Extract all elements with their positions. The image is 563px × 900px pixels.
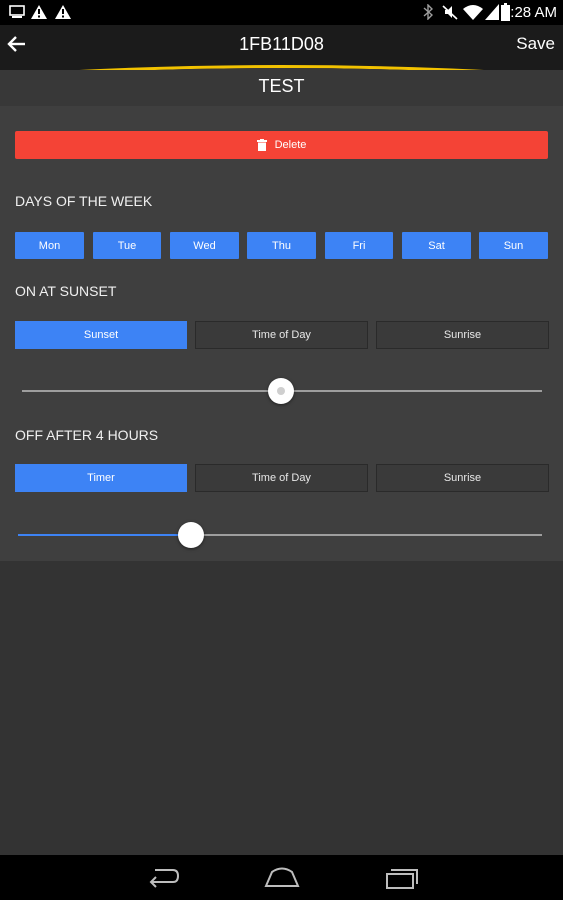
wifi-icon xyxy=(463,5,483,20)
nav-recents-icon[interactable] xyxy=(385,866,419,890)
signal-icon xyxy=(485,4,499,20)
on-time-of-day-option[interactable]: Time of Day xyxy=(195,321,368,349)
day-sun-button[interactable]: Sun xyxy=(479,232,548,259)
on-slider-thumb[interactable] xyxy=(268,378,294,404)
delete-label: Delete xyxy=(274,139,307,151)
day-fri-button[interactable]: Fri xyxy=(325,232,393,259)
day-wed-button[interactable]: Wed xyxy=(170,232,239,259)
off-timer-option[interactable]: Timer xyxy=(15,464,187,492)
mute-icon xyxy=(442,5,458,20)
schedule-title: TEST xyxy=(258,76,305,96)
off-time-of-day-option[interactable]: Time of Day xyxy=(195,464,368,492)
trash-icon xyxy=(256,139,267,151)
on-section-label: ON AT SUNSET xyxy=(15,283,117,299)
on-sunrise-option[interactable]: Sunrise xyxy=(376,321,549,349)
off-slider-thumb[interactable] xyxy=(178,522,204,548)
warning-icon xyxy=(55,5,71,19)
screen-icon xyxy=(9,5,25,18)
warning-icon xyxy=(31,5,47,19)
off-sunrise-option[interactable]: Sunrise xyxy=(376,464,549,492)
on-sunset-option[interactable]: Sunset xyxy=(15,321,187,349)
day-sat-button[interactable]: Sat xyxy=(402,232,471,259)
schedule-panel: Delete DAYS OF THE WEEK Mon Tue Wed Thu … xyxy=(0,106,563,561)
nav-back-icon[interactable] xyxy=(145,865,179,889)
bluetooth-icon xyxy=(423,4,433,20)
days-label: DAYS OF THE WEEK xyxy=(15,193,153,209)
off-slider-fill xyxy=(18,534,191,536)
nav-home-icon[interactable] xyxy=(264,867,300,889)
day-mon-button[interactable]: Mon xyxy=(15,232,84,259)
delete-button[interactable]: Delete xyxy=(15,131,548,159)
status-clock: 8:28 AM xyxy=(501,4,557,21)
on-slider-thumb-dot xyxy=(277,387,285,395)
status-bar: 8:28 AM xyxy=(0,0,563,25)
subheader: TEST xyxy=(0,70,563,106)
off-section-label: OFF AFTER 4 HOURS xyxy=(15,427,159,443)
day-tue-button[interactable]: Tue xyxy=(93,232,161,259)
navigation-bar xyxy=(0,855,563,900)
day-thu-button[interactable]: Thu xyxy=(247,232,316,259)
